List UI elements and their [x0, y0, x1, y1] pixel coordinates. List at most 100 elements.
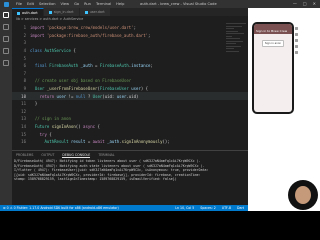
line-number: 14	[21, 123, 26, 129]
code-line[interactable]: 1 import 'package:brew_crew/models/user.d…	[12, 24, 248, 31]
vscode-logo-icon	[4, 1, 9, 7]
code-line[interactable]: 12	[12, 108, 248, 115]
code-line[interactable]: 3	[12, 39, 248, 46]
line-number: 13	[21, 116, 26, 122]
rotate-icon[interactable]	[295, 45, 298, 48]
dart-file-icon	[48, 10, 52, 14]
status-indentation[interactable]: Spaces: 2	[200, 206, 216, 210]
dart-file-icon	[84, 10, 88, 14]
code-text: import 'package:firebase_auth/firebase_a…	[30, 32, 151, 38]
activity-bar	[0, 8, 12, 205]
code-text: import 'package:brew_crew/models/user.da…	[30, 25, 136, 31]
code-line[interactable]: 8 // create user obj based on FirebaseUs…	[12, 77, 248, 84]
code-line[interactable]: 16 AuthResult result = await _auth.signI…	[12, 138, 248, 145]
line-number: 10	[21, 93, 26, 99]
code-line[interactable]: 9 User _userFromFirebaseUser(FirebaseUse…	[12, 85, 248, 92]
panel-tabs: PROBLEMS OUTPUT DEBUG CONSOLE TERMINAL	[12, 151, 248, 159]
status-encoding[interactable]: UTF-8	[222, 206, 231, 210]
webcam-avatar	[288, 180, 318, 210]
tab-label: auth.dart	[22, 11, 38, 15]
line-number: 15	[21, 131, 26, 137]
panel-tab-output[interactable]: OUTPUT	[41, 153, 54, 158]
code-text: }	[30, 101, 38, 107]
line-number: 7	[23, 70, 26, 76]
window-title: auth.dart - brew_crew - Visual Studio Co…	[140, 1, 217, 6]
menu-item-view[interactable]: View	[61, 2, 70, 6]
screenshot-icon[interactable]	[295, 51, 298, 54]
explorer-icon[interactable]	[3, 12, 9, 18]
presenter-face	[295, 186, 311, 204]
tab-user-dart[interactable]: user.dart	[79, 8, 111, 16]
run-debug-icon[interactable]	[3, 48, 9, 54]
code-line[interactable]: 2 import 'package:firebase_auth/firebase_…	[12, 32, 248, 39]
line-number: 16	[21, 139, 26, 145]
code-text: return user != null ? User(uid: user.uid…	[39, 93, 139, 99]
line-number: 3	[23, 40, 26, 46]
line-number: 12	[21, 108, 26, 114]
panel-tab-debug-console[interactable]: DEBUG CONSOLE	[62, 153, 91, 158]
tab-sign-in-dart[interactable]: sign_in.dart	[43, 8, 80, 16]
panel-tab-problems[interactable]: PROBLEMS	[16, 153, 33, 158]
code-line[interactable]: 5	[12, 54, 248, 61]
bottom-black-strip	[0, 211, 320, 240]
code-text: Future signInAnon() async {	[34, 123, 100, 129]
line-number: 5	[23, 55, 26, 61]
dart-file-icon	[17, 11, 20, 15]
window-controls: — □ ✕	[293, 1, 316, 6]
code-line[interactable]: 6 final FirebaseAuth _auth = FirebaseAut…	[12, 62, 248, 69]
menu-item-run[interactable]: Run	[84, 2, 91, 6]
power-icon[interactable]	[295, 27, 298, 30]
line-number: 11	[21, 101, 26, 107]
code-line[interactable]: 13 // sign in anon	[12, 115, 248, 122]
code-text: User _userFromFirebaseUser(FirebaseUser …	[34, 85, 149, 91]
code-line[interactable]: 10 return user != null ? User(uid: user.…	[12, 92, 248, 100]
sign-in-anon-button[interactable]: Sign in anon	[262, 40, 284, 47]
status-left[interactable]: ⊗ 0 ⚠ 0 Flutter: 1.17.0 Android SDK buil…	[3, 206, 119, 210]
maximize-icon[interactable]: □	[303, 1, 307, 6]
status-cursor-position[interactable]: Ln 10, Col 5	[175, 206, 194, 210]
code-line[interactable]: 4 class AuthService {	[12, 47, 248, 54]
code-text: // create user obj based on FirebaseUser	[30, 78, 132, 84]
tab-label: user.dart	[89, 10, 105, 14]
code-line[interactable]: 7	[12, 70, 248, 77]
code-text: final FirebaseAuth _auth = FirebaseAuth.…	[34, 63, 153, 69]
code-text: try {	[39, 131, 52, 137]
code-line[interactable]: 14 Future signInAnon() async {	[12, 123, 248, 130]
volume-up-icon[interactable]	[295, 33, 298, 36]
volume-down-icon[interactable]	[295, 39, 298, 42]
line-number: 1	[23, 25, 26, 31]
search-icon[interactable]	[3, 24, 9, 30]
close-icon[interactable]: ✕	[313, 1, 316, 6]
line-number: 2	[23, 32, 26, 38]
android-emulator: Sign in to Brew Crew Sign in anon	[252, 22, 294, 114]
line-number: 4	[23, 47, 26, 53]
extensions-icon[interactable]	[3, 60, 9, 66]
menu-item-file[interactable]: File	[16, 2, 22, 6]
menu-item-edit[interactable]: Edit	[27, 2, 34, 6]
status-language[interactable]: Dart	[237, 206, 244, 210]
minimize-icon[interactable]: —	[293, 1, 297, 6]
panel-tab-terminal[interactable]: TERMINAL	[98, 153, 114, 158]
minimap[interactable]	[226, 22, 246, 92]
app-bar-title: Sign in to Brew Crew	[256, 28, 288, 33]
code-line[interactable]: 11 }	[12, 100, 248, 107]
source-control-icon[interactable]	[3, 36, 9, 42]
menu-item-selection[interactable]: Selection	[39, 2, 56, 6]
code-editor[interactable]: 1 import 'package:brew_crew/models/user.d…	[12, 22, 248, 150]
code-text: // sign in anon	[30, 116, 71, 122]
log-line: stamp: 1589768829159, lastSignInTimestam…	[14, 177, 177, 182]
tab-label: sign_in.dart	[53, 10, 74, 14]
emulator-side-controls	[295, 27, 299, 87]
menu-item-terminal[interactable]: Terminal	[96, 2, 111, 6]
code-text: class AuthService {	[30, 47, 76, 53]
title-bar: File Edit Selection View Go Run Terminal…	[0, 0, 320, 8]
code-line[interactable]: 15 try {	[12, 130, 248, 137]
bottom-panel: PROBLEMS OUTPUT DEBUG CONSOLE TERMINAL D…	[12, 150, 248, 206]
app-bar: Sign in to Brew Crew	[254, 24, 292, 34]
line-number: 8	[23, 78, 26, 84]
code-text: AuthResult result = await _auth.signInAn…	[44, 139, 170, 145]
menu-item-go[interactable]: Go	[74, 2, 79, 6]
menu-item-help[interactable]: Help	[116, 2, 124, 6]
emulator-screen: Sign in to Brew Crew Sign in anon	[254, 24, 292, 112]
editor-tabs: auth.dart sign_in.dart user.dart	[12, 8, 248, 17]
